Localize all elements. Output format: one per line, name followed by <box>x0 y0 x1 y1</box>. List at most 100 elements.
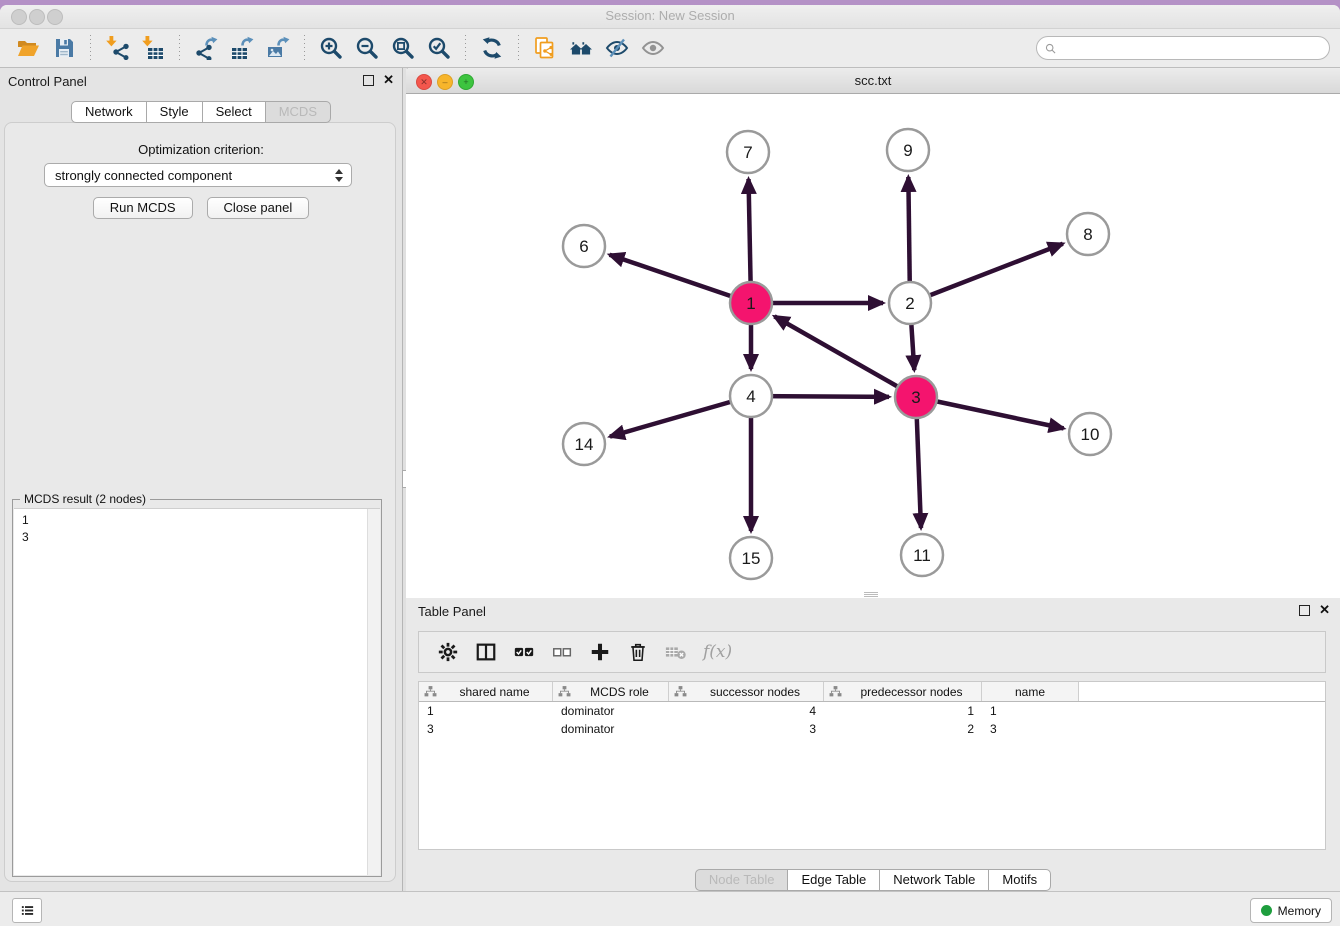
export-network-icon[interactable] <box>194 36 218 60</box>
tab-motifs[interactable]: Motifs <box>988 869 1051 891</box>
table-row[interactable]: 1dominator411 <box>419 704 1325 720</box>
network-home-icon[interactable] <box>569 36 593 60</box>
tree-icon <box>674 685 687 698</box>
table-panel-float-icon[interactable] <box>1299 605 1310 616</box>
import-network-icon[interactable] <box>105 36 129 60</box>
graph-node-label-1: 1 <box>746 294 755 313</box>
search-box[interactable] <box>1036 36 1330 60</box>
tab-network[interactable]: Network <box>71 101 147 123</box>
zoom-in-icon[interactable] <box>319 36 343 60</box>
export-image-icon[interactable] <box>266 36 290 60</box>
canvas-resize-handle[interactable] <box>864 592 878 597</box>
table-panel-close-icon[interactable]: ✕ <box>1319 604 1330 616</box>
column-header-MCDS-role[interactable]: MCDS role <box>553 682 669 701</box>
memory-status-icon <box>1261 905 1272 916</box>
show-graphics-icon <box>641 36 665 60</box>
search-input[interactable] <box>1061 40 1329 56</box>
zoom-selected-icon[interactable] <box>427 36 451 60</box>
table-cell[interactable]: 4 <box>669 704 824 720</box>
column-header-name[interactable]: name <box>982 682 1079 701</box>
edge-1-6[interactable] <box>610 255 751 303</box>
refresh-layout-icon[interactable] <box>480 36 504 60</box>
dropdown-value: strongly connected component <box>45 168 329 183</box>
table-body: 1dominator4113dominator323 <box>419 704 1325 738</box>
status-bar: Memory <box>0 891 1340 926</box>
save-session-icon[interactable] <box>52 36 76 60</box>
network-title: scc.txt <box>406 73 1340 88</box>
table-cell[interactable]: dominator <box>553 704 669 720</box>
app-title: Session: New Session <box>0 8 1340 23</box>
table-cell[interactable]: 3 <box>419 722 553 738</box>
node-table: shared nameMCDS role successor nodesprede… <box>418 681 1326 850</box>
tab-edge-table[interactable]: Edge Table <box>787 869 880 891</box>
network-canvas[interactable]: 7968124314101511 <box>406 94 1340 598</box>
result-scrollbar[interactable] <box>367 509 380 875</box>
edge-3-10[interactable] <box>916 397 1064 428</box>
graph-node-label-11: 11 <box>913 546 931 565</box>
graph-node-label-4: 4 <box>746 387 755 406</box>
delete-column-icon[interactable] <box>627 641 649 663</box>
mcds-result-node: 3 <box>22 529 367 546</box>
table-tabs: Node TableEdge TableNetwork TableMotifs <box>406 869 1340 891</box>
run-mcds-button[interactable]: Run MCDS <box>93 197 193 219</box>
export-table-icon[interactable] <box>230 36 254 60</box>
task-history-button[interactable] <box>12 898 42 923</box>
toolbar-separator <box>179 35 180 61</box>
column-header-successor-nodes[interactable]: successor nodes <box>669 682 824 701</box>
control-panel-float-icon[interactable] <box>363 75 374 86</box>
graph-node-label-10: 10 <box>1081 425 1100 444</box>
close-panel-button[interactable]: Close panel <box>207 197 310 219</box>
deselect-all-rows-icon[interactable] <box>551 641 573 663</box>
optimization-criterion-label: Optimization criterion: <box>0 142 402 157</box>
select-all-rows-icon[interactable] <box>513 641 535 663</box>
network-graph: 7968124314101511 <box>406 94 1340 598</box>
import-table-icon[interactable] <box>141 36 165 60</box>
control-panel-tabs: NetworkStyleSelectMCDS <box>0 101 402 123</box>
tree-icon <box>424 685 437 698</box>
open-session-icon[interactable] <box>16 36 40 60</box>
column-layout-icon[interactable] <box>475 641 497 663</box>
network-titlebar: ✕ – + scc.txt <box>406 69 1340 94</box>
table-cell[interactable]: 3 <box>669 722 824 738</box>
zoom-fit-icon[interactable] <box>391 36 415 60</box>
search-icon <box>1044 42 1057 55</box>
table-cell[interactable]: 1 <box>824 704 982 720</box>
tab-style[interactable]: Style <box>146 101 203 123</box>
add-column-icon[interactable] <box>589 641 611 663</box>
graph-node-label-6: 6 <box>579 237 588 256</box>
optimization-criterion-dropdown[interactable]: strongly connected component <box>44 163 352 187</box>
tab-node-table[interactable]: Node Table <box>695 869 789 891</box>
table-cell[interactable]: 2 <box>824 722 982 738</box>
function-builder-icon: f(x) <box>703 642 732 662</box>
column-header-predecessor-nodes[interactable]: predecessor nodes <box>824 682 982 701</box>
mcds-result-textarea[interactable]: 13 <box>14 508 380 875</box>
app-titlebar: Session: New Session <box>0 5 1340 29</box>
edge-2-8[interactable] <box>910 244 1063 303</box>
memory-button[interactable]: Memory <box>1250 898 1332 923</box>
app-window: Session: New Session Control Panel ✕ Net… <box>0 5 1340 926</box>
table-cell[interactable]: 3 <box>982 722 1079 738</box>
edge-3-1[interactable] <box>774 316 916 397</box>
hide-graphics-icon[interactable] <box>605 36 629 60</box>
control-panel-close-icon[interactable]: ✕ <box>383 74 394 86</box>
table-toolbar: f(x) <box>418 631 1326 673</box>
tab-select[interactable]: Select <box>202 101 266 123</box>
column-header-label: successor nodes <box>687 685 823 699</box>
mcds-result-node: 1 <box>22 512 367 529</box>
table-cell[interactable]: 1 <box>419 704 553 720</box>
graph-node-label-15: 15 <box>742 549 761 568</box>
toolbar-separator <box>465 35 466 61</box>
table-cell[interactable]: 1 <box>982 704 1079 720</box>
tab-network-table[interactable]: Network Table <box>879 869 989 891</box>
tab-mcds[interactable]: MCDS <box>265 101 331 123</box>
memory-label: Memory <box>1278 904 1321 918</box>
tree-icon <box>829 685 842 698</box>
zoom-out-icon[interactable] <box>355 36 379 60</box>
table-row[interactable]: 3dominator323 <box>419 722 1325 738</box>
duplicate-network-icon[interactable] <box>533 36 557 60</box>
column-header-shared-name[interactable]: shared name <box>419 682 553 701</box>
table-cell[interactable]: dominator <box>553 722 669 738</box>
mcds-result-groupbox: MCDS result (2 nodes) 13 <box>12 499 382 877</box>
table-settings-icon[interactable] <box>437 641 459 663</box>
column-header-filler <box>1079 682 1325 701</box>
